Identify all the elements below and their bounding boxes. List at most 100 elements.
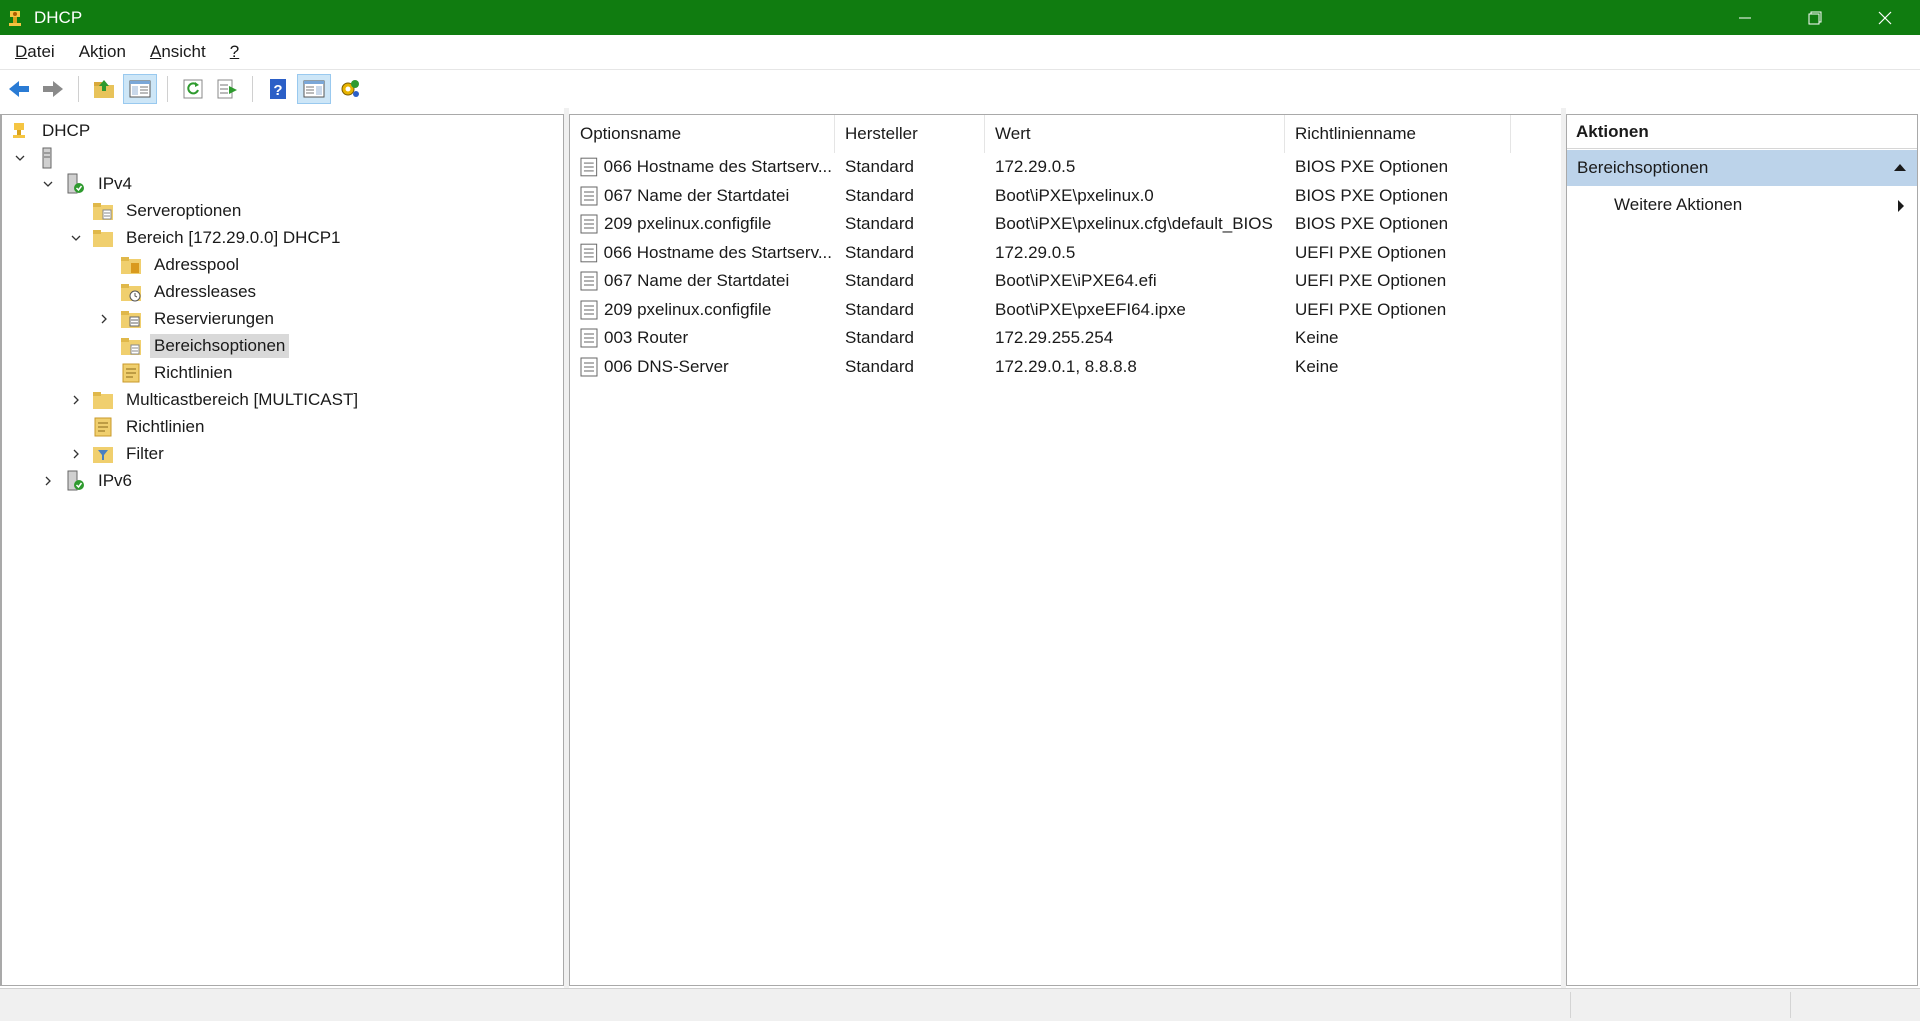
option-value: 172.29.0.5	[995, 157, 1076, 176]
tree-node-filter-label: Filter	[126, 443, 164, 463]
tree-node-richtlinien-label: Richtlinien	[126, 416, 205, 436]
option-name: 066 Hostname des Startserv...	[603, 242, 832, 262]
show-hide-console-tree-button[interactable]	[123, 74, 157, 104]
authorize-server-button[interactable]	[335, 74, 365, 104]
collapse-up-icon[interactable]	[1893, 162, 1907, 172]
vendor: Standard	[845, 356, 914, 376]
ipv4-server-icon	[64, 173, 86, 195]
column-header-richtlinienname[interactable]: Richtlinienname	[1285, 115, 1511, 153]
chevron-right-icon[interactable]	[40, 473, 56, 489]
chevron-right-icon[interactable]	[68, 392, 84, 408]
column-header-hersteller[interactable]: Hersteller	[835, 115, 985, 153]
policy-name: BIOS PXE Optionen	[1295, 157, 1449, 176]
chevron-right-icon[interactable]	[96, 311, 112, 327]
list-row[interactable]: 006 DNS-Server Standard 172.29.0.1, 8.8.…	[570, 353, 1550, 381]
list-row[interactable]: 209 pxelinux.configfile Standard Boot\iP…	[570, 296, 1550, 324]
folder-icon	[92, 227, 114, 249]
chevron-down-icon[interactable]	[40, 176, 56, 192]
vendor: Standard	[845, 271, 914, 290]
status-bar	[0, 988, 1920, 1021]
option-name: 067 Name der Startdatei	[604, 271, 790, 290]
window-title: DHCP	[34, 7, 83, 27]
tree-node-richtlinien[interactable]: Richtlinien	[92, 413, 208, 440]
tree-node-ipv6-label: IPv6	[98, 470, 133, 490]
tree-node-bereich[interactable]: Bereich [172.29.0.0] DHCP1	[68, 224, 345, 251]
chevron-down-icon[interactable]	[68, 230, 84, 246]
action-weitere-aktionen[interactable]: Weitere Aktionen	[1567, 187, 1917, 223]
tree-node-ipv6[interactable]: IPv6	[40, 467, 136, 494]
toolbar-separator	[252, 76, 253, 102]
refresh-button[interactable]	[178, 74, 208, 104]
tree-node-adressleases[interactable]: Adressleases	[120, 278, 260, 305]
list-cell-wert: Boot\iPXE\iPXE64.efi	[995, 267, 1285, 295]
option-document-icon	[580, 243, 598, 262]
show-hide-action-pane-button[interactable]	[297, 74, 331, 104]
tree-node-multicast-label: Multicastbereich [MULTICAST]	[126, 389, 359, 409]
tree-node-serveroptionen-label: Serveroptionen	[126, 200, 242, 220]
up-one-level-button[interactable]	[89, 74, 119, 104]
list-cell-hersteller: Standard	[845, 210, 985, 238]
restore-button[interactable]	[1780, 0, 1850, 35]
tree-node-dhcp[interactable]: DHCP	[8, 117, 94, 144]
toolbar: ?	[0, 70, 1920, 108]
list-row[interactable]: 067 Name der Startdatei Standard Boot\iP…	[570, 182, 1550, 210]
chevron-right-icon[interactable]	[68, 446, 84, 462]
list-cell-optionsname: 209 pxelinux.configfile	[580, 296, 832, 324]
tree-node-richtlinien-scope-label: Richtlinien	[154, 362, 233, 382]
menu-ansicht[interactable]: Ansicht	[150, 42, 206, 62]
svg-text:?: ?	[273, 82, 282, 99]
tree-node-reservierungen[interactable]: Reservierungen	[96, 305, 278, 332]
options-folder-icon	[120, 335, 142, 357]
list-row[interactable]: 066 Hostname des Startserv... Standard 1…	[570, 239, 1550, 267]
tree-node-serveroptionen[interactable]: Serveroptionen	[92, 197, 245, 224]
help-icon: ?	[270, 79, 286, 99]
column-header-richtlinienname-label: Richtlinienname	[1295, 124, 1416, 143]
tree-node-ipv4[interactable]: IPv4	[40, 170, 136, 197]
results-list-pane: Optionsname Hersteller Wert Richtlinienn…	[569, 114, 1562, 986]
minimize-button[interactable]	[1710, 0, 1780, 35]
console-tree-pane: DHCP IPv4 Serveroptionen Bereich [172.29…	[0, 114, 564, 986]
tree-node-adressleases-label: Adressleases	[154, 281, 257, 301]
vendor: Standard	[845, 214, 914, 233]
back-button[interactable]	[4, 74, 34, 104]
vendor: Standard	[845, 242, 914, 262]
list-cell-wert: 172.29.0.1, 8.8.8.8	[995, 353, 1285, 381]
list-cell-hersteller: Standard	[845, 353, 985, 381]
tree-node-bereichsoptionen[interactable]: Bereichsoptionen	[120, 332, 290, 359]
option-document-icon	[580, 157, 598, 177]
list-row[interactable]: 209 pxelinux.configfile Standard Boot\iP…	[570, 210, 1550, 238]
option-document-icon	[580, 328, 598, 348]
folder-icon	[92, 389, 114, 411]
actions-pane: Aktionen Bereichsoptionen Weitere Aktion…	[1566, 114, 1918, 986]
list-cell-wert: 172.29.0.5	[995, 153, 1285, 181]
tree-node-adresspool-label: Adresspool	[154, 254, 240, 274]
chevron-down-icon[interactable]	[12, 150, 28, 166]
menu-ansicht-text-rest: nsicht	[161, 42, 206, 61]
list-row[interactable]: 067 Name der Startdatei Standard Boot\iP…	[570, 267, 1550, 295]
show-hide-action-pane-icon	[303, 80, 325, 98]
menu-help[interactable]: ?	[230, 42, 239, 62]
forward-button[interactable]	[38, 74, 68, 104]
export-list-button[interactable]	[212, 74, 242, 104]
list-cell-hersteller: Standard	[845, 267, 985, 295]
tree-node-multicast[interactable]: Multicastbereich [MULTICAST]	[68, 386, 362, 413]
column-header-wert[interactable]: Wert	[985, 115, 1285, 153]
tree-node-adresspool[interactable]: Adresspool	[120, 251, 243, 278]
list-row[interactable]: 066 Hostname des Startserv... Standard 1…	[570, 153, 1550, 181]
menu-datei[interactable]: Datei	[15, 42, 55, 62]
column-header-optionsname[interactable]: Optionsname	[570, 115, 835, 153]
server-icon	[36, 147, 58, 169]
policy-name: Keine	[1295, 328, 1339, 347]
tree-node-server[interactable]	[12, 144, 74, 171]
actions-section-bereichsoptionen[interactable]: Bereichsoptionen	[1567, 150, 1917, 186]
list-cell-optionsname: 003 Router	[580, 324, 832, 352]
list-row[interactable]: 003 Router Standard 172.29.255.254 Keine	[570, 324, 1550, 352]
tree-node-filter[interactable]: Filter	[68, 440, 168, 467]
tree-node-richtlinien-scope[interactable]: Richtlinien	[120, 359, 236, 386]
list-cell-richtlinienname: Keine	[1295, 353, 1510, 381]
tree-node-bereichsoptionen-label: Bereichsoptionen	[150, 333, 290, 358]
restore-icon	[1808, 11, 1822, 24]
close-button[interactable]	[1850, 0, 1920, 35]
help-button[interactable]: ?	[263, 74, 293, 104]
menu-aktion[interactable]: Aktion	[79, 42, 126, 62]
